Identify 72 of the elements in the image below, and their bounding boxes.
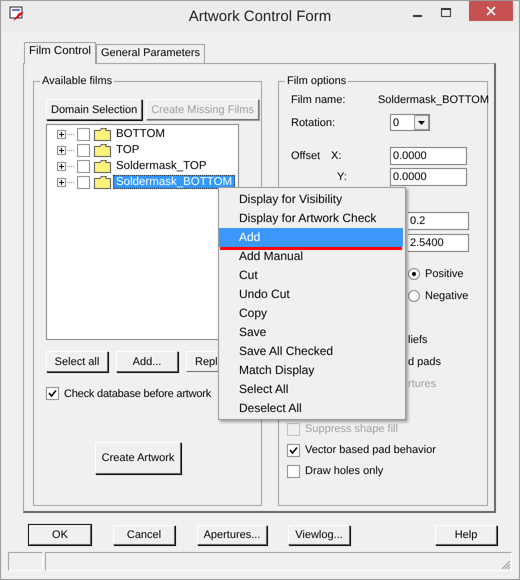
status-pane — [8, 552, 43, 571]
button[interactable]: Add... — [116, 351, 178, 372]
expand-icon[interactable] — [57, 130, 75, 138]
folder-icon — [94, 176, 111, 188]
expand-icon[interactable] — [57, 146, 75, 154]
menu-item[interactable]: Save All Checked — [219, 342, 405, 361]
input-field[interactable]: 0.2 — [408, 212, 469, 230]
film-name-value: Soldermask_BOTTOM — [378, 94, 489, 106]
tab[interactable]: Film Control — [24, 42, 96, 64]
rotation-dropdown[interactable]: 0 — [390, 114, 430, 131]
folder-icon — [94, 144, 111, 156]
offset-y-field[interactable]: 0.0000 — [390, 168, 467, 186]
option-label: rtures — [408, 378, 436, 390]
checkbox[interactable] — [287, 444, 300, 456]
button[interactable]: Repl — [186, 351, 218, 372]
group-title: Film options — [285, 75, 348, 87]
input-field[interactable]: 2.5400 — [408, 234, 469, 252]
folder-icon — [94, 160, 111, 172]
menu-item[interactable]: Add Manual — [219, 247, 405, 266]
maximize-icon[interactable] — [441, 8, 451, 18]
checkbox[interactable] — [77, 160, 90, 172]
menu-item[interactable]: Display for Visibility — [219, 190, 405, 209]
resize-grip-icon[interactable] — [500, 559, 511, 570]
group-title: Available films — [40, 75, 114, 87]
app-icon — [9, 6, 25, 22]
button[interactable]: Viewlog... — [288, 525, 350, 545]
checkbox-label: Vector based pad behavior — [305, 444, 436, 456]
menu-item[interactable]: Cut — [219, 266, 405, 285]
tree-item[interactable]: BOTTOM — [113, 127, 168, 141]
checkbox-label: Suppress shape fill — [305, 423, 398, 435]
menu-item[interactable]: Match Display — [219, 361, 405, 380]
close-button[interactable] — [469, 1, 513, 21]
option-label: d pads — [408, 356, 442, 368]
menu-item[interactable]: Copy — [219, 304, 405, 323]
radio-label: Negative — [425, 290, 468, 302]
button[interactable]: Domain Selection — [46, 99, 142, 120]
field-label: X: — [330, 150, 342, 162]
checkbox[interactable] — [77, 128, 90, 140]
create-artwork-button[interactable]: Create Artwork — [95, 442, 181, 474]
checkbox[interactable] — [77, 144, 90, 156]
tree-item[interactable]: TOP — [113, 143, 142, 157]
tab[interactable]: General Parameters — [96, 44, 206, 63]
checkbox[interactable] — [287, 464, 300, 478]
checkbox[interactable] — [46, 387, 59, 400]
expand-icon[interactable] — [57, 178, 75, 186]
field-label: Y: — [336, 171, 348, 183]
button[interactable]: OK — [29, 525, 91, 545]
radio-label: Positive — [425, 268, 464, 280]
radio-button[interactable] — [408, 268, 420, 280]
field-label: Film name: — [291, 94, 346, 106]
field-label: Offset — [291, 150, 322, 162]
menu-item[interactable]: Undo Cut — [219, 285, 405, 304]
folder-icon — [94, 128, 111, 140]
menu-item[interactable]: Deselect All — [219, 399, 405, 418]
option-label: liefs — [408, 334, 428, 346]
menu-item[interactable]: Select All — [219, 380, 405, 399]
expand-icon[interactable] — [57, 162, 75, 170]
checkbox-label: Check database before artwork — [64, 388, 212, 400]
menu-item[interactable]: Save — [219, 323, 405, 342]
button[interactable]: Select all — [46, 351, 108, 372]
menu-item[interactable]: Display for Artwork Check — [219, 209, 405, 228]
radio-button[interactable] — [408, 290, 420, 302]
field-label: Rotation: — [291, 116, 336, 128]
offset-x-field[interactable]: 0.0000 — [390, 147, 467, 165]
close-icon — [486, 6, 496, 16]
checkbox[interactable] — [77, 176, 90, 188]
button[interactable]: Cancel — [113, 525, 175, 545]
button[interactable]: Apertures... — [197, 525, 267, 545]
window-title: Artwork Control Form — [188, 8, 332, 24]
button[interactable]: Help — [435, 525, 497, 545]
tree-item[interactable]: Soldermask_TOP — [113, 159, 210, 173]
checkbox-label: Draw holes only — [305, 465, 384, 477]
